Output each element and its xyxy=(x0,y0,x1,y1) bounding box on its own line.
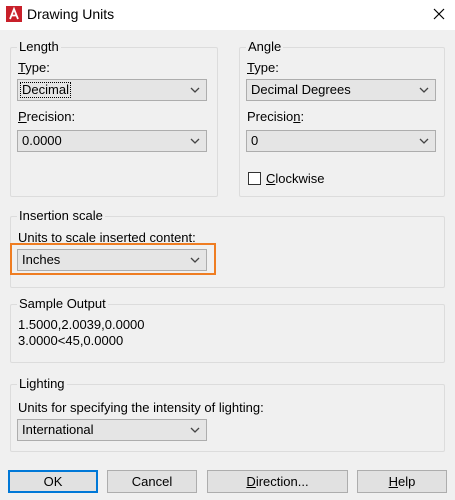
sample-output-line-2: 3.0000<45,0.0000 xyxy=(18,333,124,348)
chevron-down-icon xyxy=(190,257,200,263)
length-precision-select[interactable]: 0.0000 xyxy=(17,130,207,152)
chevron-down-icon xyxy=(419,87,429,93)
chevron-down-icon xyxy=(190,138,200,144)
direction-button[interactable]: Direction... xyxy=(207,470,348,493)
angle-precision-select[interactable]: 0 xyxy=(246,130,436,152)
angle-type-label: Type: xyxy=(247,60,279,75)
angle-group-label: Angle xyxy=(246,39,284,55)
lighting-group-label: Lighting xyxy=(17,376,67,392)
insertion-units-select[interactable]: Inches xyxy=(17,249,207,271)
clockwise-label[interactable]: Clockwise xyxy=(266,171,325,187)
ok-button[interactable]: OK xyxy=(8,470,98,493)
help-button[interactable]: Help xyxy=(357,470,447,493)
lighting-units-label: Units for specifying the intensity of li… xyxy=(18,400,264,415)
cancel-button[interactable]: Cancel xyxy=(107,470,197,493)
angle-type-select[interactable]: Decimal Degrees xyxy=(246,79,436,101)
title-bar: Drawing Units xyxy=(0,0,455,30)
angle-precision-label: Precision: xyxy=(247,109,305,124)
lighting-units-select[interactable]: International xyxy=(17,419,207,441)
length-type-value: Decimal xyxy=(20,82,71,98)
close-button[interactable] xyxy=(425,2,453,26)
window-title: Drawing Units xyxy=(27,6,115,22)
angle-precision-value: 0 xyxy=(251,133,259,148)
close-icon[interactable] xyxy=(433,8,445,20)
length-precision-label: Precision: xyxy=(18,109,76,124)
length-type-select[interactable]: Decimal xyxy=(17,79,207,101)
length-type-label-rest: ype: xyxy=(25,60,50,75)
sample-output-group-label: Sample Output xyxy=(17,296,108,312)
angle-type-value: Decimal Degrees xyxy=(251,82,351,97)
lighting-group: Lighting xyxy=(10,376,445,452)
clockwise-checkbox[interactable] xyxy=(248,172,261,185)
insertion-scale-group-label: Insertion scale xyxy=(17,208,105,224)
autocad-app-icon xyxy=(6,6,22,22)
length-precision-value: 0.0000 xyxy=(22,133,62,148)
chevron-down-icon xyxy=(190,427,200,433)
lighting-units-value: International xyxy=(22,422,94,437)
chevron-down-icon xyxy=(419,138,429,144)
chevron-down-icon xyxy=(190,87,200,93)
length-group-label: Length xyxy=(17,39,61,55)
sample-output-line-1: 1.5000,2.0039,0.0000 xyxy=(18,317,145,332)
length-type-label: Type: xyxy=(18,60,50,75)
insertion-units-value: Inches xyxy=(22,252,61,267)
